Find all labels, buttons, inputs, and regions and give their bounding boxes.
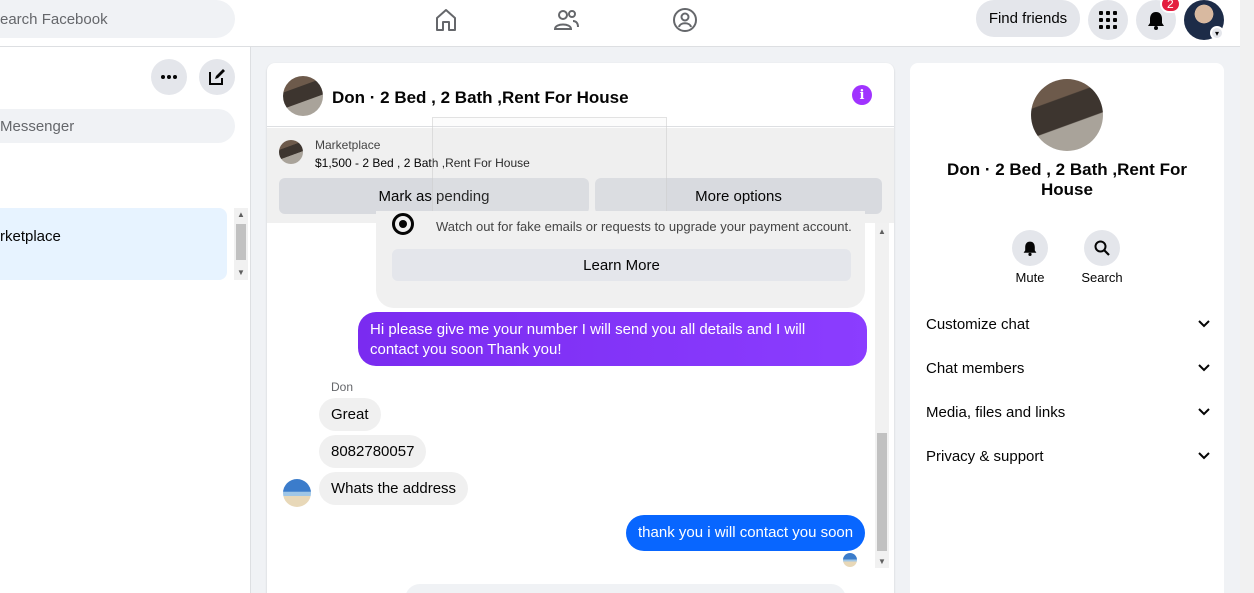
conversation-item-marketplace[interactable]: rketplace	[0, 208, 227, 280]
chevron-down-icon	[1198, 452, 1210, 460]
learn-more-button[interactable]: Learn More	[392, 249, 851, 281]
marketplace-label: Marketplace	[315, 138, 381, 152]
learn-more-label: Learn More	[583, 256, 660, 274]
chevron-down-icon	[1198, 320, 1210, 328]
scrollbar-thumb[interactable]	[877, 433, 887, 551]
listing-avatar[interactable]	[283, 76, 323, 116]
more-icon[interactable]	[151, 59, 187, 95]
chat-members-row[interactable]: Chat members	[926, 350, 1210, 386]
row-label: Chat members	[926, 359, 1025, 377]
mute-label: Mute	[1015, 270, 1045, 285]
message-text: Hi please give me your number I will sen…	[370, 321, 806, 358]
customize-chat-row[interactable]: Customize chat	[926, 306, 1210, 342]
scroll-up-arrow-icon[interactable]: ▲	[237, 210, 245, 219]
conversation-list-scrollbar[interactable]: ▲ ▼	[234, 208, 248, 280]
shield-icon	[392, 213, 414, 235]
chat-title[interactable]: Don · 2 Bed , 2 Bath ,Rent For House	[332, 88, 629, 108]
listing-photo[interactable]	[1031, 79, 1103, 151]
incoming-message[interactable]: 8082780057	[319, 435, 427, 468]
messenger-search-placeholder: Messenger	[0, 117, 75, 135]
row-label: Customize chat	[926, 315, 1030, 333]
info-icon[interactable]: i	[852, 85, 872, 105]
scroll-down-arrow-icon[interactable]: ▼	[878, 557, 886, 566]
incoming-message[interactable]: Whats the address	[319, 472, 469, 505]
menu-grid-icon[interactable]	[1088, 0, 1128, 40]
outgoing-message[interactable]: thank you i will contact you soon	[626, 515, 866, 551]
message-text: 8082780057	[331, 443, 415, 460]
message-text: Whats the address	[331, 480, 457, 497]
safety-warning-card: Watch out for fake emails or requests to…	[376, 211, 865, 308]
scroll-up-arrow-icon[interactable]: ▲	[878, 227, 886, 236]
conversation-label: rketplace	[0, 228, 61, 245]
search-label: Search	[1081, 270, 1123, 285]
outgoing-message[interactable]: Hi please give me your number I will sen…	[358, 312, 867, 366]
mute-button[interactable]: Mute	[1000, 230, 1060, 285]
home-icon[interactable]	[432, 6, 460, 34]
chat-scrollbar[interactable]: ▲ ▼	[875, 223, 889, 568]
conversation-details-panel: Don · 2 Bed , 2 Bath ,Rent For House Mut…	[910, 63, 1224, 593]
chat-panel: Don · 2 Bed , 2 Bath ,Rent For House i M…	[267, 63, 894, 593]
compose-icon[interactable]	[199, 59, 235, 95]
message-list: Watch out for fake emails or requests to…	[267, 211, 894, 593]
scroll-down-arrow-icon[interactable]: ▼	[237, 268, 245, 277]
search-in-conversation-button[interactable]: Search	[1072, 230, 1132, 285]
messenger-search-input[interactable]: Messenger	[0, 109, 235, 143]
media-files-links-row[interactable]: Media, files and links	[926, 394, 1210, 430]
row-label: Media, files and links	[926, 403, 1066, 421]
chats-sidebar: Messenger rketplace ▲ ▼	[0, 47, 251, 593]
search-icon	[1084, 230, 1120, 266]
listing-thumbnail[interactable]	[279, 140, 303, 164]
page-scrollbar[interactable]	[1240, 0, 1254, 593]
message-text: thank you i will contact you soon	[638, 524, 854, 541]
message-composer-input[interactable]	[405, 584, 846, 593]
scrollbar-thumb[interactable]	[236, 224, 246, 260]
details-title: Don · 2 Bed , 2 Bath ,Rent For House	[947, 160, 1187, 199]
more-options-label: More options	[695, 187, 782, 205]
groups-icon[interactable]	[671, 6, 699, 34]
message-text: Great	[331, 406, 369, 423]
facebook-search-input[interactable]: earch Facebook	[0, 0, 235, 38]
incoming-message[interactable]: Great	[319, 398, 381, 431]
chevron-down-icon	[1198, 408, 1210, 416]
top-navigation-bar: earch Facebook Find friends 2 ▾	[0, 0, 1240, 47]
chevron-down-icon[interactable]: ▾	[1210, 26, 1224, 40]
search-placeholder: earch Facebook	[0, 10, 108, 28]
chevron-down-icon	[1198, 364, 1210, 372]
bell-icon	[1012, 230, 1048, 266]
notification-count: 2	[1167, 0, 1174, 11]
warning-text: Watch out for fake emails or requests to…	[436, 219, 852, 234]
find-friends-button[interactable]: Find friends	[976, 0, 1080, 37]
seen-receipt-avatar	[843, 553, 857, 567]
row-label: Privacy & support	[926, 447, 1044, 465]
snipping-tool-ghost-overlay	[432, 117, 667, 219]
friends-icon[interactable]	[552, 6, 580, 34]
privacy-support-row[interactable]: Privacy & support	[926, 438, 1210, 474]
notification-badge: 2	[1160, 0, 1181, 13]
find-friends-label: Find friends	[988, 10, 1068, 27]
sender-name: Don	[331, 380, 354, 394]
sender-avatar[interactable]	[283, 479, 311, 507]
